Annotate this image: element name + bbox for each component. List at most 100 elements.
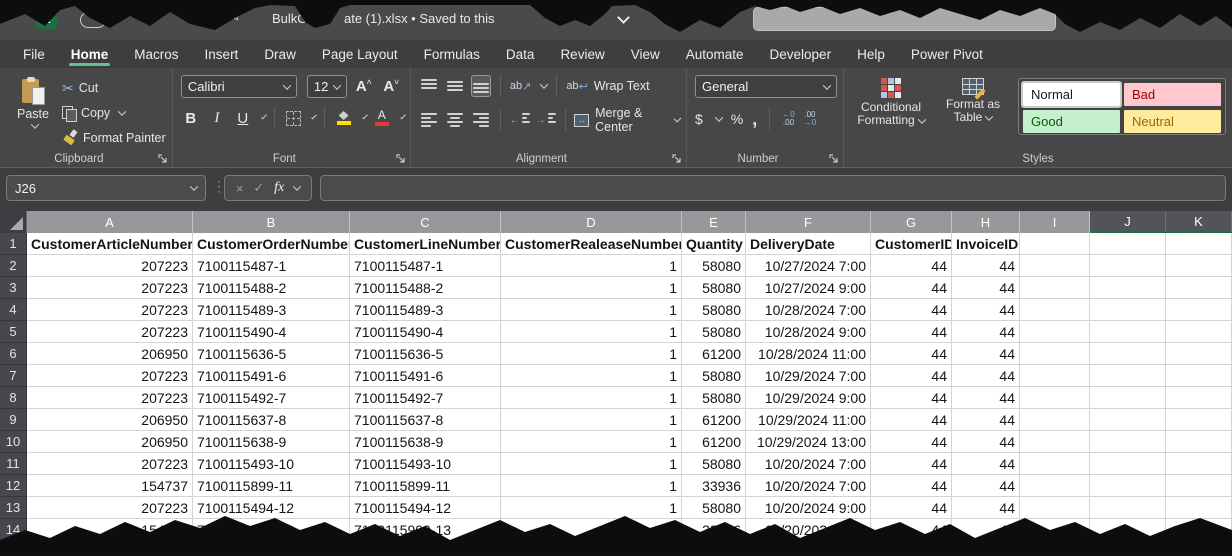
cell-H7[interactable]: 44	[952, 365, 1020, 387]
cell-A1[interactable]: CustomerArticleNumber	[27, 233, 193, 255]
cell-D8[interactable]: 1	[501, 387, 682, 409]
cell-J12[interactable]	[1090, 475, 1166, 497]
increase-decimal-button[interactable]: ←0.00	[782, 111, 794, 127]
cell-E12[interactable]: 33936	[682, 475, 746, 497]
cell-B7[interactable]: 7100115491-6	[193, 365, 350, 387]
select-all-corner[interactable]	[0, 211, 27, 233]
cell-H6[interactable]: 44	[952, 343, 1020, 365]
cell-H2[interactable]: 44	[952, 255, 1020, 277]
cell-F4[interactable]: 10/28/2024 7:00	[746, 299, 871, 321]
name-box-chevron-icon[interactable]	[190, 182, 198, 190]
cell-E6[interactable]: 61200	[682, 343, 746, 365]
copy-button[interactable]: Copy	[62, 103, 166, 123]
cell-E5[interactable]: 58080	[682, 321, 746, 343]
align-right-button[interactable]	[471, 109, 491, 131]
cell-C7[interactable]: 7100115491-6	[350, 365, 501, 387]
cell-C12[interactable]: 7100115899-11	[350, 475, 501, 497]
cell-D13[interactable]: 1	[501, 497, 682, 519]
cell-H8[interactable]: 44	[952, 387, 1020, 409]
column-header-C[interactable]: C	[350, 211, 501, 233]
cell-A11[interactable]: 207223	[27, 453, 193, 475]
bold-button[interactable]: B	[181, 107, 201, 129]
cell-I4[interactable]	[1020, 299, 1090, 321]
cell-A8[interactable]: 207223	[27, 387, 193, 409]
cell-B1[interactable]: CustomerOrderNumber	[193, 233, 350, 255]
column-header-K[interactable]: K	[1166, 211, 1232, 233]
cell-G2[interactable]: 44	[871, 255, 952, 277]
column-header-G[interactable]: G	[871, 211, 952, 233]
cell-I7[interactable]	[1020, 365, 1090, 387]
excel-app-icon[interactable]: X	[36, 8, 57, 29]
cell-E1[interactable]: Quantity	[682, 233, 746, 255]
cell-B2[interactable]: 7100115487-1	[193, 255, 350, 277]
cell-G1[interactable]: CustomerID	[871, 233, 952, 255]
row-header-3[interactable]: 3	[0, 277, 27, 299]
menu-tab-data[interactable]: Data	[493, 40, 548, 68]
cell-B8[interactable]: 7100115492-7	[193, 387, 350, 409]
cell-C8[interactable]: 7100115492-7	[350, 387, 501, 409]
cell-H10[interactable]: 44	[952, 431, 1020, 453]
cell-E7[interactable]: 58080	[682, 365, 746, 387]
font-size-combobox[interactable]: 12	[307, 75, 347, 98]
cancel-icon[interactable]: ×	[236, 181, 244, 196]
cell-F13[interactable]: 10/20/2024 9:00	[746, 497, 871, 519]
row-header-12[interactable]: 12	[0, 475, 27, 497]
row-header-1[interactable]: 1	[0, 233, 27, 255]
cell-H13[interactable]: 44	[952, 497, 1020, 519]
wrap-text-label[interactable]: Wrap Text	[594, 79, 650, 93]
cell-I11[interactable]	[1020, 453, 1090, 475]
italic-button[interactable]: I	[207, 107, 227, 129]
cell-D6[interactable]: 1	[501, 343, 682, 365]
format-as-table-button[interactable]: Format as Table	[934, 75, 1012, 149]
menu-tab-view[interactable]: View	[618, 40, 673, 68]
cell-J5[interactable]	[1090, 321, 1166, 343]
cell-D5[interactable]: 1	[501, 321, 682, 343]
cell-I10[interactable]	[1020, 431, 1090, 453]
cell-style-bad[interactable]: Bad	[1124, 83, 1221, 106]
cell-C4[interactable]: 7100115489-3	[350, 299, 501, 321]
cell-K4[interactable]	[1166, 299, 1232, 321]
cell-K6[interactable]	[1166, 343, 1232, 365]
cell-C13[interactable]: 7100115494-12	[350, 497, 501, 519]
cell-G9[interactable]: 44	[871, 409, 952, 431]
cell-K14[interactable]	[1166, 519, 1232, 541]
cell-K8[interactable]	[1166, 387, 1232, 409]
cell-E10[interactable]: 61200	[682, 431, 746, 453]
cell-E8[interactable]: 58080	[682, 387, 746, 409]
menu-tab-home[interactable]: Home	[58, 40, 122, 68]
font-name-combobox[interactable]: Calibri	[181, 75, 297, 98]
cell-K9[interactable]	[1166, 409, 1232, 431]
cell-B13[interactable]: 7100115494-12	[193, 497, 350, 519]
menu-tab-automate[interactable]: Automate	[673, 40, 757, 68]
cell-G14[interactable]: 44	[871, 519, 952, 541]
cell-A14[interactable]: 154737	[27, 519, 193, 541]
row-header-9[interactable]: 9	[0, 409, 27, 431]
cell-B14[interactable]: 7100115900-13	[193, 519, 350, 541]
cell-J4[interactable]	[1090, 299, 1166, 321]
align-middle-button[interactable]	[445, 75, 465, 97]
cell-C1[interactable]: CustomerLineNumber	[350, 233, 501, 255]
column-header-D[interactable]: D	[501, 211, 682, 233]
menu-tab-page-layout[interactable]: Page Layout	[309, 40, 411, 68]
comma-style-button[interactable]: ,	[752, 109, 757, 130]
cell-F2[interactable]: 10/27/2024 7:00	[746, 255, 871, 277]
cell-E13[interactable]: 58080	[682, 497, 746, 519]
cell-H9[interactable]: 44	[952, 409, 1020, 431]
orientation-chevron-icon[interactable]	[540, 80, 548, 88]
cell-H5[interactable]: 44	[952, 321, 1020, 343]
quick-access-pill[interactable]	[80, 12, 106, 28]
cell-G6[interactable]: 44	[871, 343, 952, 365]
format-painter-button[interactable]: Format Painter	[62, 128, 166, 148]
cell-E3[interactable]: 58080	[682, 277, 746, 299]
row-header-14[interactable]: 14	[0, 519, 27, 541]
cell-H14[interactable]: 44	[952, 519, 1020, 541]
cell-C6[interactable]: 7100115636-5	[350, 343, 501, 365]
cell-C2[interactable]: 7100115487-1	[350, 255, 501, 277]
menu-tab-help[interactable]: Help	[844, 40, 898, 68]
increase-font-size-button[interactable]: A˄	[353, 78, 375, 95]
cell-F3[interactable]: 10/27/2024 9:00	[746, 277, 871, 299]
cell-E11[interactable]: 58080	[682, 453, 746, 475]
cell-A3[interactable]: 207223	[27, 277, 193, 299]
cell-A9[interactable]: 206950	[27, 409, 193, 431]
align-bottom-button[interactable]	[471, 75, 491, 97]
